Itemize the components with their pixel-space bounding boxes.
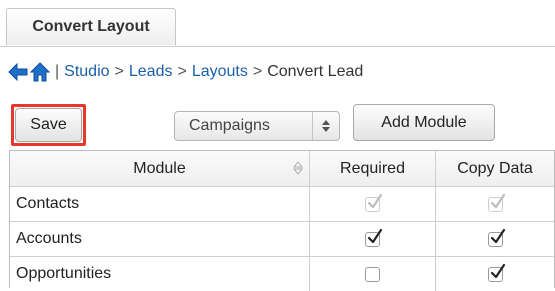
breadcrumb-separator: > [114, 63, 124, 80]
add-module-label: Add Module [381, 113, 467, 131]
copy-data-checkbox[interactable] [487, 263, 505, 282]
check-icon [490, 228, 505, 243]
breadcrumb-separator: > [177, 63, 187, 80]
copy-data-cell [435, 187, 554, 221]
module-name: Contacts [16, 195, 80, 212]
table-header: Module Required Copy Data [10, 151, 554, 186]
save-button[interactable]: Save [15, 108, 82, 142]
sort-icon[interactable] [292, 161, 304, 180]
check-icon [367, 228, 383, 243]
check-icon [367, 193, 383, 208]
add-module-button[interactable]: Add Module [353, 104, 495, 141]
breadcrumb-separator: > [252, 63, 263, 80]
table-row: Accounts [10, 221, 554, 256]
breadcrumb: | Studio > Leads > Layouts > Convert Lea… [8, 60, 363, 84]
module-table: Module Required Copy Data Contacts Accou… [9, 150, 555, 291]
header-copy-data-label: Copy Data [457, 159, 533, 177]
table-row: Contacts [10, 186, 554, 221]
breadcrumb-leads[interactable]: Leads [129, 63, 173, 81]
tab-bar: Convert Layout [0, 0, 555, 47]
copy-data-checkbox[interactable] [487, 193, 505, 212]
required-checkbox[interactable] [365, 228, 383, 247]
copy-data-cell [435, 257, 554, 291]
copy-data-checkbox[interactable] [487, 228, 505, 247]
breadcrumb-current: Convert Lead [267, 63, 364, 80]
copy-data-cell [435, 222, 554, 256]
tab-convert-layout[interactable]: Convert Layout [6, 8, 176, 46]
check-icon [490, 263, 505, 278]
header-module-label: Module [133, 159, 186, 177]
back-arrow-icon[interactable] [8, 63, 28, 81]
home-icon[interactable] [30, 62, 50, 82]
header-copy-data: Copy Data [435, 151, 554, 186]
required-cell [309, 257, 435, 291]
module-select-value: Campaigns [189, 117, 270, 134]
save-button-label: Save [30, 116, 67, 133]
module-select[interactable]: Campaigns [174, 111, 340, 141]
check-icon [490, 193, 505, 208]
breadcrumb-studio[interactable]: Studio [64, 63, 109, 81]
header-required: Required [309, 151, 435, 186]
header-module[interactable]: Module [10, 151, 309, 186]
required-checkbox[interactable] [365, 266, 380, 282]
breadcrumb-bar: | [55, 63, 60, 80]
module-name: Opportunities [16, 265, 112, 282]
table-row: Opportunities [10, 256, 554, 291]
tab-label: Convert Layout [32, 18, 150, 35]
required-cell [309, 222, 435, 256]
required-cell [309, 187, 435, 221]
module-name: Accounts [16, 230, 82, 247]
header-required-label: Required [340, 159, 405, 177]
breadcrumb-layouts[interactable]: Layouts [192, 63, 248, 81]
select-arrows-icon [312, 112, 339, 140]
required-checkbox[interactable] [365, 193, 383, 212]
